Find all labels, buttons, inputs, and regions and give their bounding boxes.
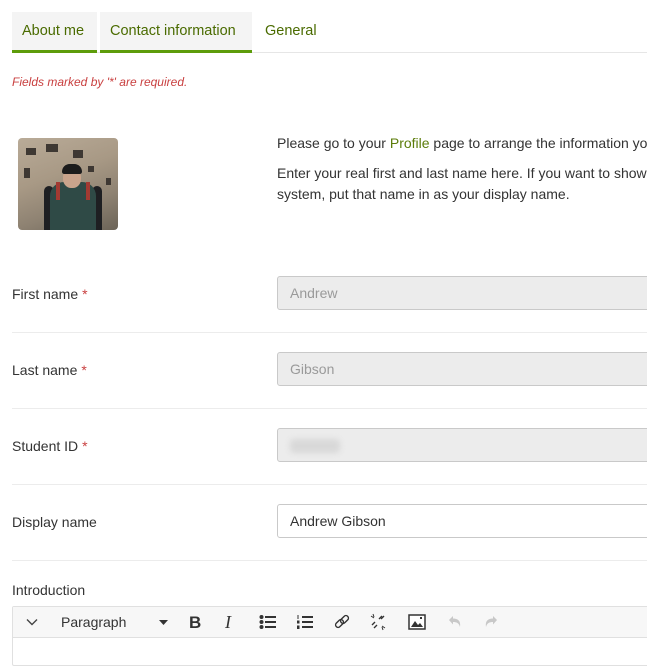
student-id-row: Student ID * (12, 408, 647, 485)
redo-button[interactable] (479, 607, 503, 637)
first-name-label: First name * (12, 256, 88, 332)
profile-link[interactable]: Profile (390, 135, 430, 151)
last-name-input[interactable]: Gibson (277, 352, 647, 386)
bullet-list-button[interactable] (256, 607, 280, 637)
instructions-line-3: system, put that name in as your display… (277, 186, 570, 202)
photo-detail (24, 168, 30, 178)
instructions-text: page to arrange the information yo (429, 135, 647, 151)
tab-general[interactable]: General (255, 12, 327, 50)
instructions-line-1: Please go to your Profile page to arrang… (277, 133, 647, 154)
image-button[interactable] (405, 607, 429, 637)
block-format-select[interactable]: Paragraph (61, 607, 171, 637)
photo-detail (73, 150, 83, 158)
numbered-list-icon (297, 615, 313, 629)
label-text: Student ID (12, 438, 79, 454)
label-text: First name (12, 286, 79, 302)
required-asterisk: * (82, 438, 88, 454)
profile-picture[interactable] (18, 138, 118, 230)
link-button[interactable] (330, 607, 354, 637)
tab-about-me[interactable]: About me (12, 12, 97, 53)
link-icon (334, 614, 350, 629)
undo-button[interactable] (443, 607, 467, 637)
unlink-icon (370, 613, 386, 631)
label-text: Display name (12, 514, 97, 530)
photo-detail (106, 178, 111, 185)
caret-down-icon (158, 619, 168, 625)
profile-instructions: Please go to your Profile page to arrang… (277, 133, 647, 205)
block-format-dropdown[interactable] (156, 607, 170, 637)
svg-text:I: I (224, 614, 232, 630)
bullet-list-icon (259, 615, 276, 629)
introduction-label: Introduction (12, 582, 86, 598)
display-name-label: Display name (12, 484, 97, 560)
redo-icon (485, 616, 497, 627)
display-name-input[interactable]: Andrew Gibson (277, 504, 647, 538)
photo-detail (46, 144, 58, 152)
numbered-list-button[interactable] (293, 607, 317, 637)
photo-detail (88, 166, 94, 172)
introduction-editor[interactable]: Paragraph B I (12, 606, 647, 666)
photo-detail (86, 182, 90, 200)
unlink-button[interactable] (366, 607, 390, 637)
editor-content-area[interactable] (13, 638, 647, 666)
instructions-text: Please go to your (277, 135, 390, 151)
photo-detail (56, 182, 60, 200)
photo-detail (26, 148, 36, 155)
chevron-down-icon (26, 619, 38, 626)
required-asterisk: * (81, 362, 87, 378)
italic-icon: I (224, 614, 232, 630)
bold-button[interactable]: B (183, 607, 207, 637)
toggle-toolbar-button[interactable] (21, 607, 43, 637)
photo-detail (62, 164, 82, 174)
required-asterisk: * (82, 286, 88, 302)
editor-toolbar: Paragraph B I (13, 607, 647, 638)
italic-button[interactable]: I (218, 607, 242, 637)
student-id-input[interactable] (277, 428, 647, 462)
instructions-line-2: Enter your real first and last name here… (277, 165, 647, 181)
blurred-value (290, 439, 340, 454)
image-icon (408, 614, 426, 630)
last-name-label: Last name * (12, 332, 87, 408)
first-name-input[interactable]: Andrew (277, 276, 647, 310)
required-fields-note: Fields marked by '*' are required. (12, 75, 188, 89)
last-name-row: Last name * Gibson (12, 332, 647, 409)
svg-text:B: B (189, 614, 201, 630)
first-name-row: First name * Andrew (12, 256, 647, 333)
label-text: Last name (12, 362, 78, 378)
tab-contact-information[interactable]: Contact information (100, 12, 252, 53)
display-name-row: Display name Andrew Gibson (12, 484, 647, 561)
tab-bar: About me Contact information General (12, 12, 647, 53)
student-id-label: Student ID * (12, 408, 88, 484)
bold-icon: B (189, 614, 201, 630)
undo-icon (449, 616, 461, 627)
